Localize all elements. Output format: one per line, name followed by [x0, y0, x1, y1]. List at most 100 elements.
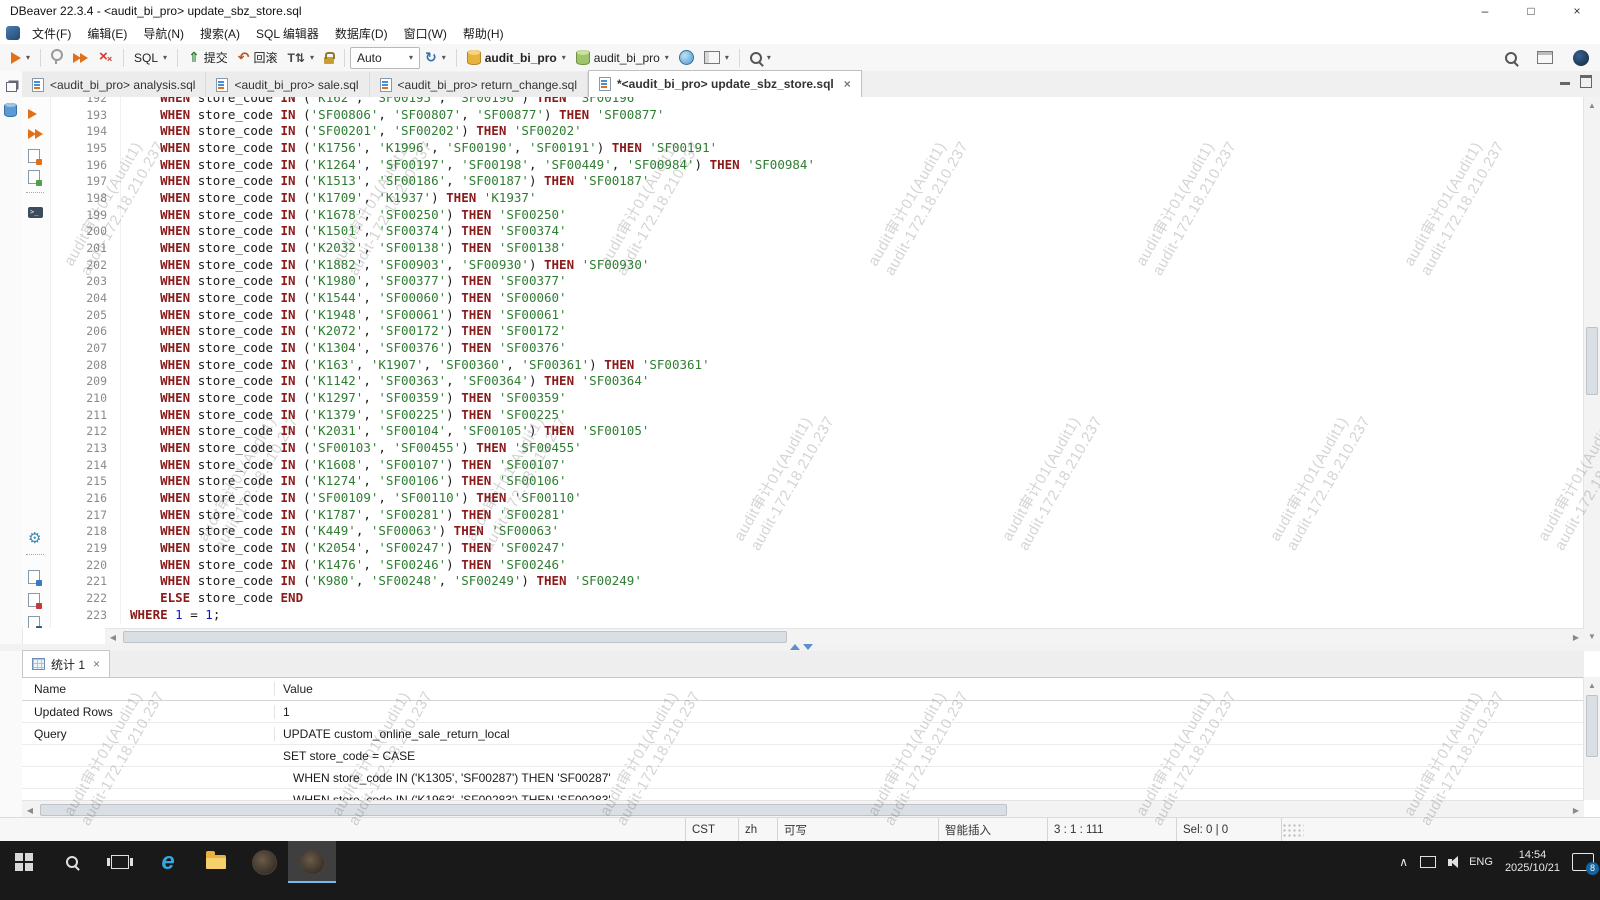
commit-button[interactable]: 提交	[183, 47, 233, 68]
code-line: 207 WHEN store_code IN ('K1304', 'SF0037…	[51, 340, 1584, 357]
save-to-database-icon[interactable]	[28, 616, 40, 628]
chevron-up-icon[interactable]	[1399, 855, 1408, 869]
menu-item-1[interactable]: 编辑(E)	[79, 22, 135, 45]
maximize-editor-icon[interactable]	[1580, 75, 1592, 88]
statistics-tab[interactable]: 统计 1 ×	[22, 650, 110, 677]
statistics-tab-label: 统计 1	[51, 656, 85, 673]
sash-handle[interactable]	[790, 644, 813, 650]
tab-label: <audit_bi_pro> analysis.sql	[50, 78, 195, 92]
save-script-icon[interactable]	[28, 593, 40, 607]
rollback-button[interactable]: 回滚	[233, 47, 283, 68]
menu-item-2[interactable]: 导航(N)	[135, 22, 192, 45]
results-vertical-scrollbar[interactable]: ▲	[1583, 677, 1600, 800]
menu-item-4[interactable]: SQL 编辑器	[248, 22, 327, 45]
toolbar-separator	[177, 49, 178, 67]
maximize-button[interactable]: □	[1508, 0, 1554, 22]
edit-script-icon[interactable]	[28, 149, 40, 163]
scroll-up-icon[interactable]: ▲	[1584, 677, 1600, 693]
editor-tab-2[interactable]: <audit_bi_pro> sale.sql	[206, 72, 369, 97]
execute-sql-script-button[interactable]	[68, 50, 94, 66]
input-language-indicator[interactable]: ENG	[1469, 856, 1493, 868]
results-row[interactable]: QueryUPDATE custom_online_sale_return_lo…	[22, 723, 1584, 745]
execute-statement-icon[interactable]	[28, 109, 37, 119]
scroll-right-icon[interactable]: ▶	[1568, 802, 1584, 818]
pin-editor-button[interactable]	[46, 47, 68, 68]
code-line: 214 WHEN store_code IN ('K1608', 'SF0010…	[51, 457, 1584, 474]
minimize-button[interactable]: –	[1462, 0, 1508, 22]
scrollbar-thumb[interactable]	[123, 631, 787, 643]
sql-editor[interactable]: 192 WHEN store_code IN ('K162', 'SF00195…	[22, 97, 1584, 628]
execute-script-icon[interactable]	[28, 128, 44, 140]
load-script-icon[interactable]	[28, 570, 40, 584]
menu-item-5[interactable]: 数据库(D)	[327, 22, 396, 45]
scrollbar-thumb[interactable]	[1586, 695, 1598, 757]
device-icon[interactable]	[1420, 856, 1436, 868]
collapse-up-icon[interactable]	[790, 644, 800, 650]
connection-lock-icon[interactable]	[319, 49, 339, 66]
active-schema-combo[interactable]: audit_bi_pro▾	[571, 48, 674, 67]
execute-sql-statement-button[interactable]: ▾	[6, 50, 35, 66]
taskbar-clock[interactable]: 14:54 2025/10/21	[1505, 849, 1560, 875]
sql-language-dropdown[interactable]: SQL▾	[129, 49, 172, 67]
console-icon[interactable]	[28, 207, 43, 218]
taskbar-search-button[interactable]	[48, 841, 96, 883]
commit-mode-select[interactable]: Auto▾	[350, 47, 420, 69]
perspective-toggle-icon[interactable]	[1532, 49, 1558, 66]
results-row[interactable]: SET store_code = CASE	[22, 745, 1584, 767]
results-row[interactable]: Updated Rows1	[22, 701, 1584, 723]
code-view[interactable]: 192 WHEN store_code IN ('K162', 'SF00195…	[51, 97, 1584, 628]
script-file-icon[interactable]	[28, 170, 40, 184]
dbeaver-badge-icon[interactable]	[1568, 48, 1594, 68]
scroll-left-icon[interactable]: ◀	[22, 802, 38, 818]
speaker-icon[interactable]	[1448, 859, 1452, 866]
scroll-right-icon[interactable]: ▶	[1568, 629, 1584, 645]
scrollbar-thumb[interactable]	[40, 804, 1007, 816]
results-horizontal-scrollbar[interactable]: ◀ ▶	[22, 800, 1584, 818]
active-datasource-combo[interactable]: audit_bi_pro▾	[462, 48, 571, 67]
editor-tab-3[interactable]: <audit_bi_pro> return_change.sql	[370, 72, 588, 97]
code-text: WHEN store_code IN ('K1544', 'SF00060') …	[130, 290, 567, 307]
menu-item-3[interactable]: 搜索(A)	[192, 22, 248, 45]
scrollbar-thumb[interactable]	[1586, 327, 1598, 395]
dbeaver-taskbar-button[interactable]	[288, 841, 336, 883]
menu-item-7[interactable]: 帮助(H)	[455, 22, 512, 45]
editor-tab-4[interactable]: *<audit_bi_pro> update_sbz_store.sql×	[588, 70, 862, 98]
titlebar: DBeaver 22.3.4 - <audit_bi_pro> update_s…	[0, 0, 1600, 22]
scroll-up-icon[interactable]: ▲	[1584, 97, 1600, 113]
app-window-button[interactable]	[240, 841, 288, 883]
results-column-header-name[interactable]: Name	[22, 682, 275, 696]
code-line: 206 WHEN store_code IN ('K2072', 'SF0017…	[51, 323, 1584, 340]
transaction-mode-dropdown[interactable]: ▾	[283, 49, 319, 67]
collapse-down-icon[interactable]	[803, 644, 813, 650]
action-center-icon[interactable]: 8	[1572, 853, 1594, 871]
database-navigator-icon[interactable]	[4, 103, 17, 117]
start-button[interactable]	[0, 841, 48, 883]
close-button[interactable]: ×	[1554, 0, 1600, 22]
terminate-statement-button[interactable]	[94, 49, 118, 67]
editor-vertical-scrollbar[interactable]: ▲ ▼	[1583, 97, 1600, 644]
restore-view-icon[interactable]	[6, 82, 17, 92]
editor-horizontal-scrollbar[interactable]: ◀ ▶	[105, 628, 1584, 645]
network-profile-icon[interactable]	[674, 48, 699, 67]
results-column-header-value[interactable]: Value	[275, 682, 1584, 696]
edge-button[interactable]	[144, 841, 192, 883]
results-row[interactable]: WHEN store_code IN ('K1305', 'SF00287') …	[22, 767, 1584, 789]
tab-close-icon[interactable]: ×	[844, 77, 851, 91]
gear-icon[interactable]	[28, 531, 41, 546]
scroll-left-icon[interactable]: ◀	[105, 629, 121, 645]
code-line: 199 WHEN store_code IN ('K1678', 'SF0025…	[51, 207, 1584, 224]
auto-refresh-dropdown[interactable]: ▾	[420, 47, 451, 68]
menu-item-6[interactable]: 窗口(W)	[396, 22, 455, 45]
editor-tab-1[interactable]: <audit_bi_pro> analysis.sql	[22, 72, 206, 97]
scroll-down-icon[interactable]: ▼	[1584, 628, 1600, 644]
quick-access-search-icon[interactable]	[1500, 50, 1522, 66]
output-panel-dropdown[interactable]: ▾	[699, 49, 734, 66]
minimize-editor-icon[interactable]	[1560, 82, 1570, 85]
tab-close-icon[interactable]: ×	[93, 657, 100, 671]
file-explorer-button[interactable]	[192, 841, 240, 883]
editor-results-sash[interactable]	[0, 644, 1600, 651]
toolbar-search-button[interactable]: ▾	[745, 50, 776, 66]
task-view-button[interactable]	[96, 841, 144, 883]
menu-item-0[interactable]: 文件(F)	[24, 22, 79, 45]
code-text: WHEN store_code IN ('SF00201', 'SF00202'…	[130, 123, 582, 140]
